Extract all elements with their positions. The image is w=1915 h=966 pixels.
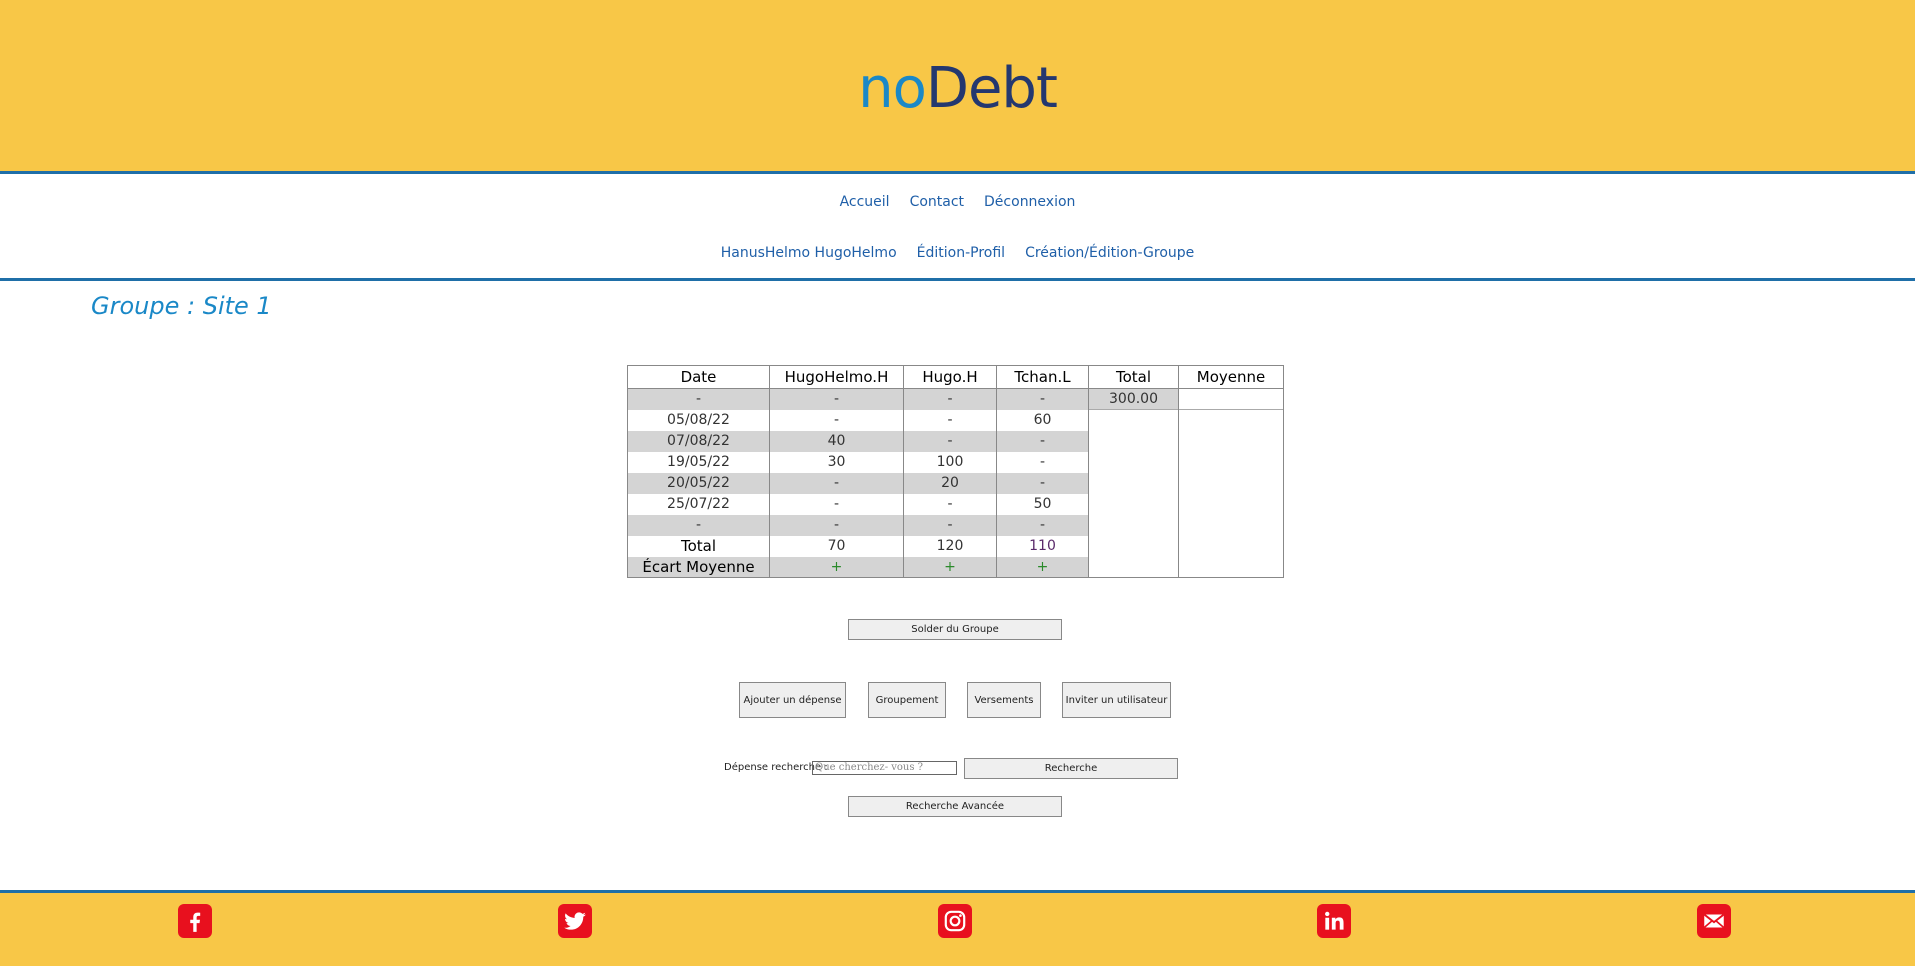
table-cell: 120: [903, 535, 997, 557]
mail-icon[interactable]: [1697, 904, 1731, 938]
table-cell: -: [627, 388, 770, 410]
nav-divider: [0, 278, 1915, 281]
table-cell: -: [996, 472, 1089, 494]
table-cell: 100: [903, 451, 997, 473]
nav-accueil[interactable]: Accueil: [840, 194, 890, 210]
recherche-avancee-button[interactable]: Recherche Avancée: [848, 796, 1062, 817]
site-logo[interactable]: noDebt: [0, 54, 1915, 124]
total-cell: 300.00: [1088, 388, 1179, 578]
table-cell: -: [627, 514, 770, 536]
table-cell: -: [769, 388, 904, 410]
moyenne-cell: [1178, 388, 1284, 578]
facebook-icon[interactable]: [178, 904, 212, 938]
table-cell: -: [769, 409, 904, 431]
main-nav: Accueil Contact Déconnexion: [0, 194, 1915, 210]
table-cell: -: [903, 388, 997, 410]
expense-table: Date HugoHelmo.H Hugo.H Tchan.L Total Mo…: [627, 365, 1284, 578]
col-header-member: Tchan.L: [996, 365, 1089, 389]
twitter-icon[interactable]: [558, 904, 592, 938]
nav-deconnexion[interactable]: Déconnexion: [984, 194, 1075, 210]
linkedin-icon[interactable]: [1317, 904, 1351, 938]
table-cell: -: [996, 430, 1089, 452]
site-header: noDebt: [0, 0, 1915, 174]
table-cell: -: [903, 430, 997, 452]
table-cell: -: [769, 472, 904, 494]
inviter-utilisateur-button[interactable]: Inviter un utilisateur: [1062, 682, 1171, 718]
table-cell: -: [996, 514, 1089, 536]
table-cell: +: [769, 556, 904, 578]
table-cell: 30: [769, 451, 904, 473]
instagram-icon[interactable]: [938, 904, 972, 938]
table-header-row: Date HugoHelmo.H Hugo.H Tchan.L Total Mo…: [627, 365, 1284, 389]
col-header-date: Date: [627, 365, 770, 389]
logo-part-debt: Debt: [925, 56, 1058, 121]
moyenne-value: [1179, 389, 1283, 410]
nav-edition-profil[interactable]: Édition-Profil: [917, 245, 1005, 261]
col-header-total: Total: [1088, 365, 1179, 389]
table-cell: 110: [996, 535, 1089, 557]
table-cell: 70: [769, 535, 904, 557]
table-cell: +: [996, 556, 1089, 578]
table-cell: 25/07/22: [627, 493, 770, 515]
col-header-member: HugoHelmo.H: [769, 365, 904, 389]
groupement-button[interactable]: Groupement: [868, 682, 946, 718]
table-cell: 20/05/22: [627, 472, 770, 494]
ecart-label: Écart Moyenne: [627, 556, 770, 578]
user-nav: HanusHelmo HugoHelmo Édition-Profil Créati…: [0, 245, 1915, 261]
table-cell: -: [903, 409, 997, 431]
table-cell: -: [996, 451, 1089, 473]
nav-user-profile[interactable]: HanusHelmo HugoHelmo: [721, 245, 897, 261]
table-cell: 50: [996, 493, 1089, 515]
versements-button[interactable]: Versements: [967, 682, 1041, 718]
recherche-button[interactable]: Recherche: [964, 758, 1178, 779]
col-header-member: Hugo.H: [903, 365, 997, 389]
ajouter-depense-button[interactable]: Ajouter un dépense: [739, 682, 846, 718]
table-row: - - - - 300.00: [627, 388, 1284, 578]
table-cell: 40: [769, 430, 904, 452]
group-title: Groupe : Site 1: [91, 292, 272, 320]
table-cell: -: [903, 493, 997, 515]
table-cell: 20: [903, 472, 997, 494]
table-cell: 05/08/22: [627, 409, 770, 431]
solder-groupe-button[interactable]: Solder du Groupe: [848, 619, 1062, 640]
table-cell: 19/05/22: [627, 451, 770, 473]
table-cell: -: [996, 388, 1089, 410]
logo-part-no: no: [858, 56, 927, 121]
total-value: 300.00: [1089, 389, 1178, 410]
table-cell: 07/08/22: [627, 430, 770, 452]
table-cell: -: [903, 514, 997, 536]
table-cell: -: [769, 493, 904, 515]
table-cell: -: [769, 514, 904, 536]
nav-contact[interactable]: Contact: [910, 194, 964, 210]
table-cell: 60: [996, 409, 1089, 431]
col-header-moyenne: Moyenne: [1178, 365, 1284, 389]
search-input[interactable]: Que cherchez- vous ?: [812, 761, 957, 775]
table-cell: +: [903, 556, 997, 578]
total-label: Total: [627, 535, 770, 557]
nav-creation-groupe[interactable]: Création/Édition-Groupe: [1025, 245, 1194, 261]
